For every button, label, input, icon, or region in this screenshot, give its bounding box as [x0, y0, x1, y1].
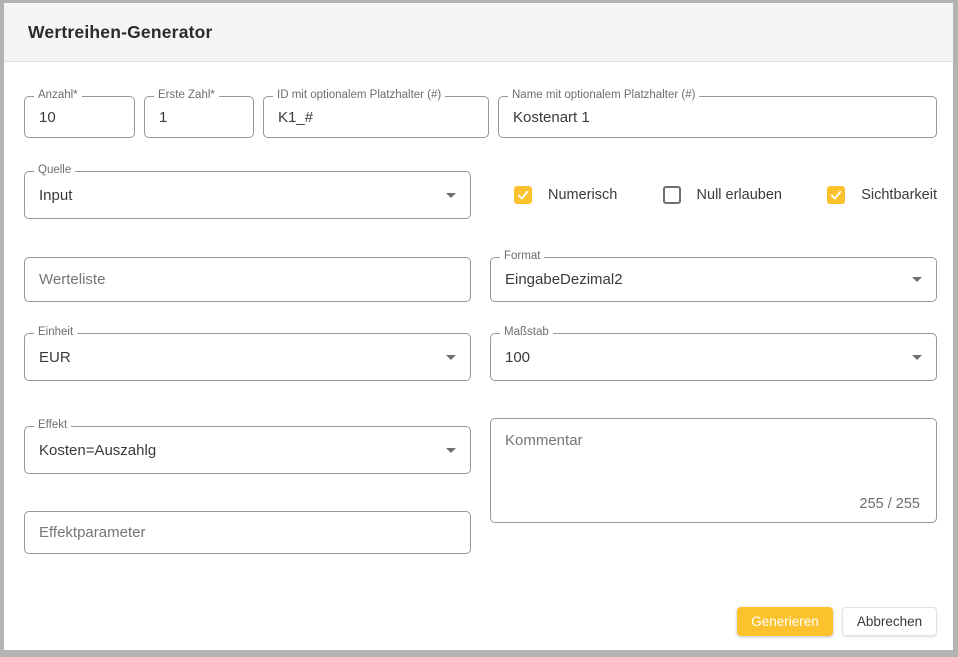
einheit-label: Einheit [34, 327, 77, 339]
sichtbarkeit-label: Sichtbarkeit [861, 187, 937, 203]
null-erlauben-checkbox[interactable]: Null erlauben [663, 186, 782, 204]
effekt-label: Effekt [34, 420, 71, 432]
numerisch-checkbox[interactable]: Numerisch [514, 186, 617, 204]
massstab-value: 100 [505, 349, 912, 366]
name-platzhalter-input[interactable] [513, 109, 922, 126]
erste-zahl-input[interactable] [159, 109, 239, 126]
row-basic-values: Anzahl* Erste Zahl* ID mit optionalem Pl… [24, 96, 937, 138]
massstab-label: Maßstab [500, 327, 553, 339]
effektparameter-field [24, 511, 471, 554]
null-erlauben-label: Null erlauben [697, 187, 782, 203]
sichtbarkeit-checkbox[interactable]: Sichtbarkeit [827, 186, 937, 204]
effekt-select[interactable]: Effekt Kosten=Auszahlg [24, 426, 471, 474]
massstab-select[interactable]: Maßstab 100 [490, 333, 937, 381]
kommentar-field: 255 / 255 [490, 418, 937, 523]
anzahl-field: Anzahl* [24, 96, 135, 138]
dialog-footer: Generieren Abbrechen [24, 607, 937, 638]
erste-zahl-label: Erste Zahl* [154, 90, 219, 102]
format-value: EingabeDezimal2 [505, 271, 912, 288]
quelle-label: Quelle [34, 165, 75, 177]
format-select[interactable]: Format EingabeDezimal2 [490, 257, 937, 302]
char-counter: 255 / 255 [860, 496, 920, 512]
wertreihen-generator-dialog: Wertreihen-Generator Anzahl* Erste Zahl*… [0, 0, 958, 657]
checkbox-row: Numerisch Null erlauben [490, 171, 937, 219]
numerisch-label: Numerisch [548, 187, 617, 203]
chevron-down-icon [446, 448, 456, 453]
checkbox-checked-icon[interactable] [827, 186, 845, 204]
name-platzhalter-label: Name mit optionalem Platzhalter (#) [508, 90, 699, 102]
checkbox-checked-icon[interactable] [514, 186, 532, 204]
dialog-body: Anzahl* Erste Zahl* ID mit optionalem Pl… [4, 62, 953, 650]
id-platzhalter-input[interactable] [278, 109, 474, 126]
id-platzhalter-label: ID mit optionalem Platzhalter (#) [273, 90, 445, 102]
werteliste-field [24, 257, 471, 302]
check-icon [829, 188, 843, 202]
erste-zahl-field: Erste Zahl* [144, 96, 254, 138]
werteliste-input[interactable] [39, 271, 456, 288]
einheit-value: EUR [39, 349, 446, 366]
anzahl-label: Anzahl* [34, 90, 82, 102]
check-icon [516, 188, 530, 202]
kommentar-textarea[interactable] [505, 432, 922, 496]
chevron-down-icon [446, 193, 456, 198]
checkbox-unchecked-icon[interactable] [663, 186, 681, 204]
effekt-value: Kosten=Auszahlg [39, 442, 446, 459]
chevron-down-icon [912, 355, 922, 360]
format-label: Format [500, 251, 544, 263]
chevron-down-icon [912, 277, 922, 282]
dialog-header: Wertreihen-Generator [4, 3, 953, 62]
einheit-select[interactable]: Einheit EUR [24, 333, 471, 381]
id-platzhalter-field: ID mit optionalem Platzhalter (#) [263, 96, 489, 138]
quelle-select[interactable]: Quelle Input [24, 171, 471, 219]
anzahl-input[interactable] [39, 109, 120, 126]
left-column: Quelle Input Einheit EUR Effekt Kosten=A… [24, 171, 471, 554]
form-grid: Quelle Input Einheit EUR Effekt Kosten=A… [24, 171, 937, 554]
abbrechen-button[interactable]: Abbrechen [842, 607, 937, 636]
chevron-down-icon [446, 355, 456, 360]
right-column: Numerisch Null erlauben [490, 171, 937, 523]
name-platzhalter-field: Name mit optionalem Platzhalter (#) [498, 96, 937, 138]
effektparameter-input[interactable] [39, 524, 456, 541]
dialog-title: Wertreihen-Generator [28, 22, 213, 43]
generieren-button[interactable]: Generieren [737, 607, 833, 636]
quelle-value: Input [39, 187, 446, 204]
